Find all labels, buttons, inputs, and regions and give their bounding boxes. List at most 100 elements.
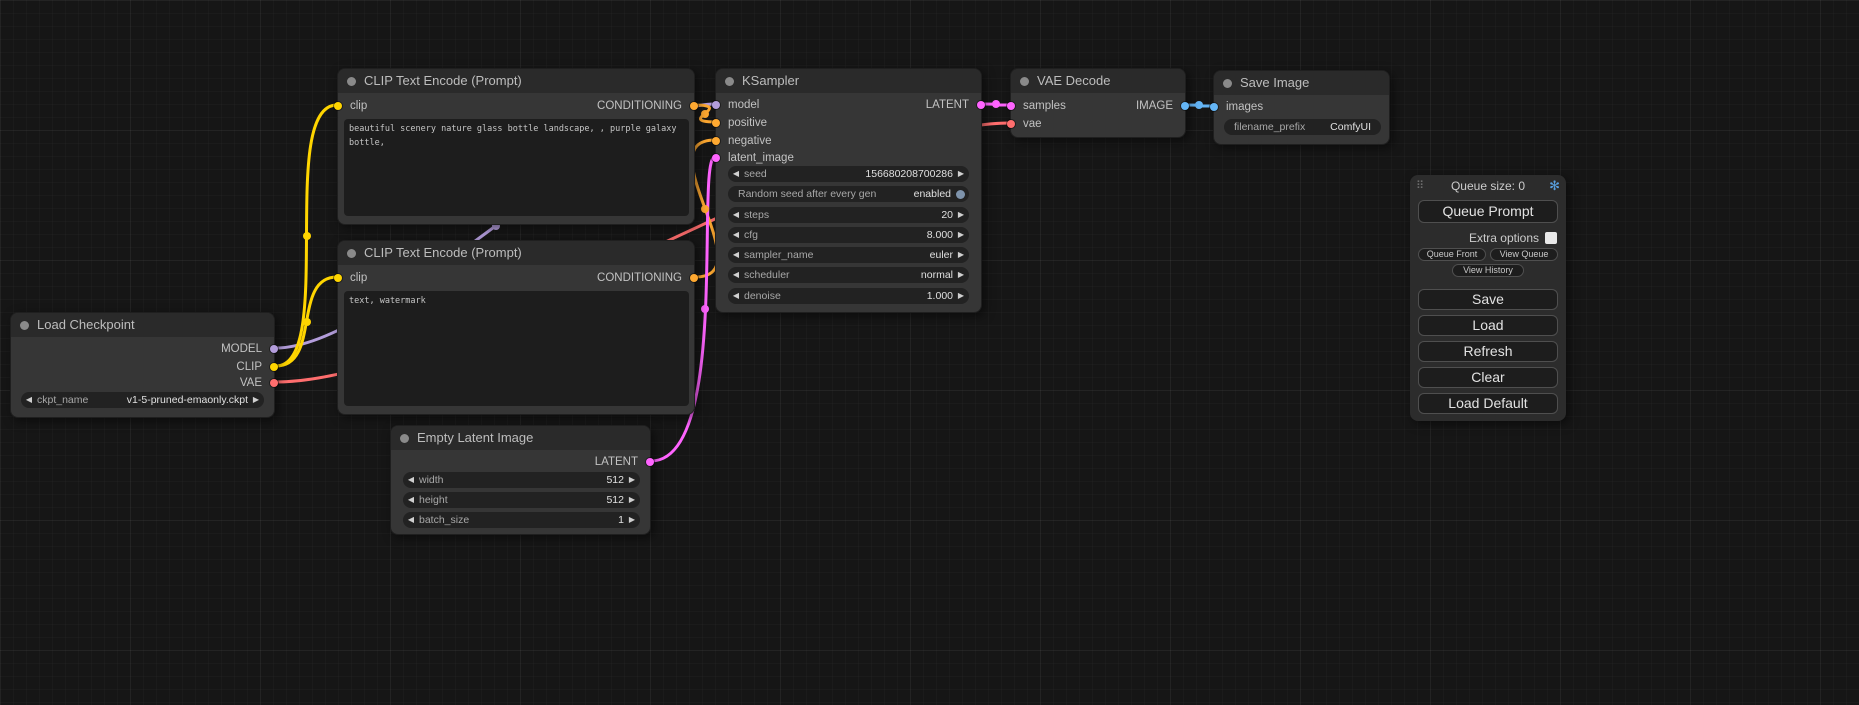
widget-ckpt-name[interactable]: ◀ ckpt_name v1-5-pruned-emaonly.ckpt ▶: [21, 392, 264, 408]
clip-input-dot[interactable]: [334, 274, 342, 282]
vae-input-dot[interactable]: [1007, 120, 1015, 128]
collapse-dot[interactable]: [347, 249, 356, 258]
increment-arrow-icon[interactable]: ▶: [953, 267, 969, 283]
decrement-arrow-icon[interactable]: ◀: [403, 492, 419, 508]
node-graph-canvas[interactable]: Load Checkpoint MODEL CLIP VAE ◀ ckpt_na…: [0, 0, 1859, 705]
collapse-dot[interactable]: [20, 321, 29, 330]
conditioning-output-label: CONDITIONING: [597, 270, 682, 286]
clip-input-dot[interactable]: [334, 102, 342, 110]
widget-scheduler[interactable]: ◀ scheduler normal ▶: [728, 267, 969, 283]
decrement-arrow-icon[interactable]: ◀: [728, 247, 744, 263]
increment-arrow-icon[interactable]: ▶: [953, 288, 969, 304]
node-load-checkpoint[interactable]: Load Checkpoint MODEL CLIP VAE ◀ ckpt_na…: [10, 312, 275, 418]
increment-arrow-icon[interactable]: ▶: [953, 227, 969, 243]
drag-handle-icon[interactable]: ⠿: [1416, 175, 1424, 197]
positive-input-dot[interactable]: [712, 119, 720, 127]
increment-arrow-icon[interactable]: ▶: [953, 207, 969, 223]
latent-output-dot[interactable]: [977, 101, 985, 109]
widget-cfg[interactable]: ◀ cfg 8.000 ▶: [728, 227, 969, 243]
widget-filename-prefix[interactable]: filename_prefix ComfyUI: [1224, 119, 1381, 135]
slot-row: CLIP: [11, 359, 274, 375]
collapse-dot[interactable]: [725, 77, 734, 86]
widget-name: scheduler: [744, 269, 790, 281]
samples-input-dot[interactable]: [1007, 102, 1015, 110]
node-ksampler[interactable]: KSampler model LATENT positive negative …: [715, 68, 982, 313]
node-empty-latent-image[interactable]: Empty Latent Image LATENT ◀ width 512 ▶ …: [390, 425, 651, 535]
node-title: KSampler: [742, 69, 981, 93]
extra-options-checkbox[interactable]: [1545, 232, 1557, 244]
model-output-dot[interactable]: [270, 345, 278, 353]
node-title-bar[interactable]: KSampler: [716, 69, 981, 93]
toggle-knob[interactable]: [956, 190, 965, 199]
clip-output-label: CLIP: [236, 359, 262, 375]
vae-output-dot[interactable]: [270, 379, 278, 387]
decrement-arrow-icon[interactable]: ◀: [728, 227, 744, 243]
save-button[interactable]: Save: [1418, 289, 1558, 310]
node-clip-text-encode-negative[interactable]: CLIP Text Encode (Prompt) clip CONDITION…: [337, 240, 695, 415]
widget-denoise[interactable]: ◀ denoise 1.000 ▶: [728, 288, 969, 304]
node-title-bar[interactable]: CLIP Text Encode (Prompt): [338, 241, 694, 265]
increment-arrow-icon[interactable]: ▶: [248, 392, 264, 408]
increment-arrow-icon[interactable]: ▶: [624, 512, 640, 528]
node-title-bar[interactable]: Load Checkpoint: [11, 313, 274, 337]
widget-value: ComfyUI: [1330, 121, 1371, 133]
widget-steps[interactable]: ◀ steps 20 ▶: [728, 207, 969, 223]
collapse-dot[interactable]: [347, 77, 356, 86]
model-input-dot[interactable]: [712, 101, 720, 109]
node-title-bar[interactable]: Empty Latent Image: [391, 426, 650, 450]
decrement-arrow-icon[interactable]: ◀: [728, 166, 744, 182]
widget-width[interactable]: ◀ width 512 ▶: [403, 472, 640, 488]
node-vae-decode[interactable]: VAE Decode samples IMAGE vae: [1010, 68, 1186, 138]
image-output-dot[interactable]: [1181, 102, 1189, 110]
load-button[interactable]: Load: [1418, 315, 1558, 336]
collapse-dot[interactable]: [400, 434, 409, 443]
widget-seed[interactable]: ◀ seed 156680208700286 ▶: [728, 166, 969, 182]
decrement-arrow-icon[interactable]: ◀: [728, 207, 744, 223]
node-title-bar[interactable]: CLIP Text Encode (Prompt): [338, 69, 694, 93]
vae-output-label: VAE: [240, 375, 262, 391]
view-history-button[interactable]: View History: [1452, 264, 1524, 277]
view-queue-button[interactable]: View Queue: [1490, 248, 1558, 261]
queue-prompt-button[interactable]: Queue Prompt: [1418, 200, 1558, 223]
latent-output-dot[interactable]: [646, 458, 654, 466]
collapse-dot[interactable]: [1223, 79, 1232, 88]
settings-gear-icon[interactable]: ✻: [1549, 175, 1560, 197]
widget-height[interactable]: ◀ height 512 ▶: [403, 492, 640, 508]
clip-output-dot[interactable]: [270, 363, 278, 371]
widget-name: sampler_name: [744, 249, 813, 261]
increment-arrow-icon[interactable]: ▶: [624, 472, 640, 488]
link-midpoint-dot: [303, 232, 311, 240]
decrement-arrow-icon[interactable]: ◀: [728, 267, 744, 283]
link-midpoint-dot: [701, 305, 709, 313]
negative-input-dot[interactable]: [712, 137, 720, 145]
image-output-label: IMAGE: [1136, 98, 1173, 114]
refresh-button[interactable]: Refresh: [1418, 341, 1558, 362]
node-title-bar[interactable]: VAE Decode: [1011, 69, 1185, 93]
decrement-arrow-icon[interactable]: ◀: [403, 472, 419, 488]
conditioning-output-dot[interactable]: [690, 274, 698, 282]
prompt-text-area[interactable]: text, watermark: [344, 291, 689, 406]
latent-image-input-dot[interactable]: [712, 154, 720, 162]
decrement-arrow-icon[interactable]: ◀: [728, 288, 744, 304]
conditioning-output-dot[interactable]: [690, 102, 698, 110]
queue-front-button[interactable]: Queue Front: [1418, 248, 1486, 261]
increment-arrow-icon[interactable]: ▶: [953, 166, 969, 182]
clear-button[interactable]: Clear: [1418, 367, 1558, 388]
widget-name: Random seed after every gen: [738, 188, 876, 200]
load-default-button[interactable]: Load Default: [1418, 393, 1558, 414]
model-input-label: model: [728, 97, 759, 113]
images-input-dot[interactable]: [1210, 103, 1218, 111]
increment-arrow-icon[interactable]: ▶: [624, 492, 640, 508]
increment-arrow-icon[interactable]: ▶: [953, 247, 969, 263]
node-clip-text-encode-positive[interactable]: CLIP Text Encode (Prompt) clip CONDITION…: [337, 68, 695, 225]
node-title-bar[interactable]: Save Image: [1214, 71, 1389, 95]
prompt-text-area[interactable]: beautiful scenery nature glass bottle la…: [344, 119, 689, 216]
decrement-arrow-icon[interactable]: ◀: [21, 392, 37, 408]
widget-batch-size[interactable]: ◀ batch_size 1 ▶: [403, 512, 640, 528]
collapse-dot[interactable]: [1020, 77, 1029, 86]
node-save-image[interactable]: Save Image images filename_prefix ComfyU…: [1213, 70, 1390, 145]
samples-input-label: samples: [1023, 98, 1066, 114]
decrement-arrow-icon[interactable]: ◀: [403, 512, 419, 528]
widget-random-seed-toggle[interactable]: Random seed after every gen enabled: [728, 186, 969, 202]
widget-sampler-name[interactable]: ◀ sampler_name euler ▶: [728, 247, 969, 263]
